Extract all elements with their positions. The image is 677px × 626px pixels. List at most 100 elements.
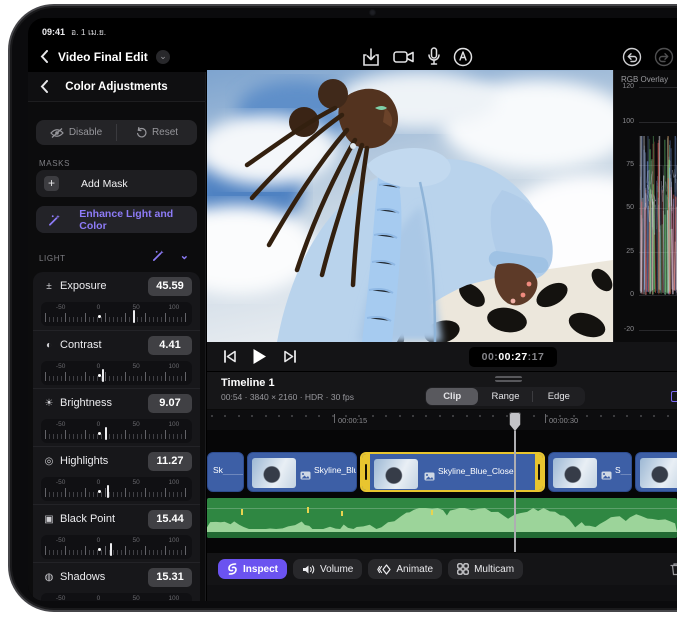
preview-frame-image xyxy=(207,70,613,342)
slider-label: Contrast xyxy=(60,339,102,351)
timeline-ruler[interactable]: 00:00:15 00:00:30 xyxy=(207,410,677,430)
scale-label: 0 xyxy=(97,363,101,370)
value-marker[interactable] xyxy=(110,543,112,556)
enhance-light-color-button[interactable]: Enhance Light and Color xyxy=(36,206,197,233)
contrast-icon: ◐ xyxy=(43,340,55,351)
play-icon[interactable] xyxy=(252,348,267,370)
volume-button[interactable]: Volume xyxy=(293,559,362,579)
black-point-slider[interactable]: ▣ Black Point 15.44 -50 0 50 100 xyxy=(33,504,200,562)
video-preview[interactable] xyxy=(207,70,613,342)
import-icon[interactable] xyxy=(362,47,380,67)
selection-mode-control: Clip Range Edge xyxy=(425,387,585,406)
slider-ruler[interactable]: -50 0 50 100 xyxy=(41,302,192,326)
multicam-button[interactable]: Multicam xyxy=(448,559,523,579)
clip-thumbnail xyxy=(640,458,677,488)
slider-value[interactable]: 15.44 xyxy=(148,510,192,529)
light-collapse-chevron-icon[interactable]: ⌄ xyxy=(180,249,189,262)
slider-value[interactable]: 15.31 xyxy=(148,568,192,587)
slider-label: Black Point xyxy=(60,513,115,525)
scale-label: -50 xyxy=(56,595,65,601)
title-chevron-down-icon[interactable]: ⌄ xyxy=(156,50,170,64)
audio-clip[interactable] xyxy=(207,498,677,538)
value-marker[interactable] xyxy=(133,310,135,323)
keyframe-partial-icon[interactable] xyxy=(671,391,677,402)
redo-icon[interactable] xyxy=(654,47,674,72)
disable-button[interactable]: Disable xyxy=(36,120,116,145)
project-title[interactable]: Video Final Edit xyxy=(58,50,148,64)
value-marker[interactable] xyxy=(107,485,109,498)
highlights-slider[interactable]: ◎ Highlights 11.27 -50 0 50 100 xyxy=(33,446,200,504)
skip-back-icon[interactable] xyxy=(223,350,237,368)
clip-skyline-blue-wide[interactable]: Skyline_Blue_Wide xyxy=(247,452,357,492)
slider-value[interactable]: 45.59 xyxy=(148,277,192,296)
microphone-icon[interactable] xyxy=(428,47,440,67)
scale-label: 50 xyxy=(133,537,140,544)
markup-pencil-icon[interactable] xyxy=(453,47,473,67)
rgb-overlay-scope: RGB Overlay 120 100 75 50 25 0 -20 xyxy=(613,70,677,342)
mode-clip[interactable]: Clip xyxy=(426,388,478,405)
highlights-icon: ◎ xyxy=(43,456,55,467)
skip-forward-icon[interactable] xyxy=(283,350,297,368)
slider-ruler[interactable]: -50 0 50 100 xyxy=(41,361,192,385)
back-chevron-icon[interactable] xyxy=(40,50,48,68)
panel-title: Color Adjustments xyxy=(28,81,205,93)
scale-label: -50 xyxy=(56,537,65,544)
slider-label: Highlights xyxy=(60,455,108,467)
clip-skyline-blue-close-selected[interactable]: Skyline_Blue_Close xyxy=(360,452,545,492)
slider-value[interactable]: 4.41 xyxy=(148,336,192,355)
contrast-slider[interactable]: ◐ Contrast 4.41 -50 0 50 100 xyxy=(33,330,200,388)
eye-off-icon xyxy=(50,128,64,138)
slider-ruler[interactable]: -50 0 50 100 xyxy=(41,593,192,601)
reset-button[interactable]: Reset xyxy=(117,120,197,145)
clip-thumbnail xyxy=(374,459,418,489)
slider-value[interactable]: 11.27 xyxy=(148,452,192,471)
value-marker[interactable] xyxy=(102,369,104,382)
clip-thumbnail xyxy=(252,458,296,488)
slider-ruler[interactable]: -50 0 50 100 xyxy=(41,477,192,501)
exposure-icon: ± xyxy=(43,281,55,292)
inspect-icon xyxy=(227,563,238,575)
playhead-line[interactable] xyxy=(514,430,516,552)
slider-label: Exposure xyxy=(60,280,106,292)
trim-handle-left[interactable] xyxy=(362,454,370,490)
reset-icon xyxy=(136,127,147,138)
brightness-slider[interactable]: ☀ Brightness 9.07 -50 0 50 100 xyxy=(33,388,200,446)
undo-icon[interactable] xyxy=(622,47,642,72)
ruler-label-15s: 00:00:15 xyxy=(338,416,367,425)
timeline-panel: Timeline 1 00:54 · 3840 × 2160 · HDR · 3… xyxy=(207,372,677,601)
exposure-slider[interactable]: ± Exposure 45.59 -50 0 50 100 xyxy=(33,272,200,330)
scale-label: -50 xyxy=(56,363,65,370)
clip-edge-partial[interactable] xyxy=(635,452,677,492)
camera-icon[interactable] xyxy=(393,47,415,67)
scale-label: 100 xyxy=(168,479,179,486)
scale-label: 100 xyxy=(168,595,179,601)
trim-handle-right[interactable] xyxy=(535,454,543,490)
scale-label: 0 xyxy=(97,479,101,486)
panel-drag-handle[interactable] xyxy=(495,376,522,382)
animate-button[interactable]: Animate xyxy=(368,559,442,579)
slider-ruler[interactable]: -50 0 50 100 xyxy=(41,535,192,559)
clip-thumbnail xyxy=(553,458,597,488)
trash-partial-icon[interactable] xyxy=(669,562,677,581)
photo-icon xyxy=(601,467,612,485)
status-time: 09:41 xyxy=(42,27,65,37)
shadows-slider[interactable]: ◍ Shadows 15.31 -50 0 50 100 xyxy=(33,562,200,601)
shadows-icon: ◍ xyxy=(43,572,55,583)
slider-ruler[interactable]: -50 0 50 100 xyxy=(41,419,192,443)
animate-label: Animate xyxy=(396,564,433,575)
value-marker[interactable] xyxy=(105,427,107,440)
clip-skyline-partial-left[interactable]: Sk______ xyxy=(207,452,244,492)
mode-edge[interactable]: Edge xyxy=(533,388,585,405)
add-mask-button[interactable]: + Add Mask xyxy=(36,170,197,197)
status-bar: 09:41อ. 1 เม.ย. xyxy=(42,25,106,39)
light-wand-icon[interactable] xyxy=(152,249,165,267)
screenshot-stage: 09:41อ. 1 เม.ย. Video Final Edit ⌄ xyxy=(0,0,677,626)
timecode-display[interactable]: 00:00:27:17 xyxy=(469,347,557,367)
mode-range[interactable]: Range xyxy=(479,388,531,405)
timecode-frames: :17 xyxy=(528,351,545,363)
slider-value[interactable]: 9.07 xyxy=(148,394,192,413)
clip-skyline-partial-right[interactable]: S______ xyxy=(548,452,632,492)
scale-label: 0 xyxy=(97,537,101,544)
inspect-button[interactable]: Inspect xyxy=(218,559,287,579)
scale-label: 50 xyxy=(133,595,140,601)
